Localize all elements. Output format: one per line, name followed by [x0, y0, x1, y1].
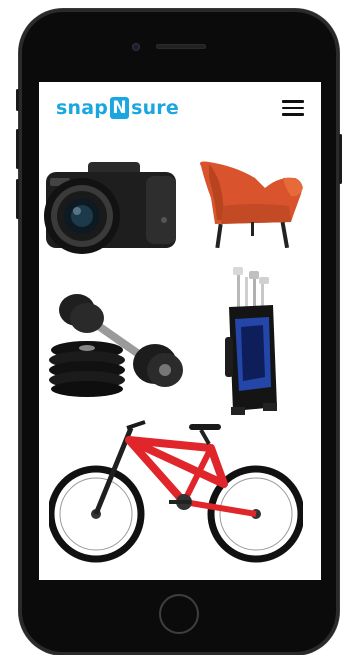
volume-down-button: [16, 179, 19, 219]
logo-n-badge: N: [110, 97, 130, 119]
logo-text-right: sure: [131, 97, 179, 119]
earpiece-speaker: [156, 44, 206, 49]
volume-up-button: [16, 129, 19, 169]
product-tile-camera[interactable]: [42, 160, 178, 254]
product-tile-armchair[interactable]: [195, 158, 307, 252]
power-button: [339, 134, 342, 184]
app-logo[interactable]: snap N sure: [56, 96, 179, 120]
hamburger-menu-icon[interactable]: [282, 100, 304, 116]
golf-bag-image: [225, 267, 277, 415]
app-screen: snap N sure: [39, 82, 321, 580]
armchair-image: [200, 161, 303, 249]
product-tile-dumbbells[interactable]: [47, 290, 187, 402]
mute-switch: [16, 89, 19, 111]
camera-image: [44, 162, 176, 254]
product-tile-golf-bag[interactable]: [219, 267, 285, 417]
front-camera: [132, 43, 140, 51]
logo-text-left: snap: [56, 97, 109, 119]
device-mockup: snap N sure: [0, 0, 344, 655]
dumbbells-image: [49, 294, 183, 397]
bicycle-image: [49, 420, 303, 563]
home-button[interactable]: [159, 594, 199, 634]
app-header: snap N sure: [39, 82, 321, 134]
product-tile-bicycle[interactable]: [49, 414, 303, 564]
